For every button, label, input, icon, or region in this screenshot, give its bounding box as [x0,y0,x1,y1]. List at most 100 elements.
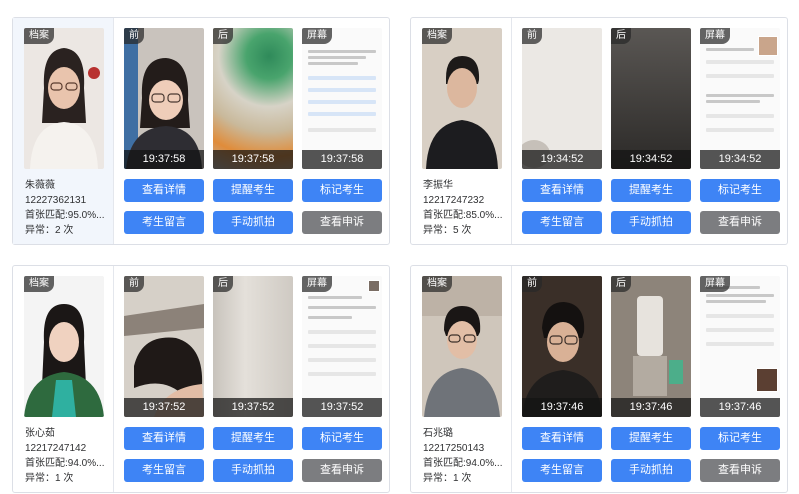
back-camera-feed[interactable]: 后 19:37:52 [213,276,293,417]
view-appeal-button[interactable]: 查看申诉 [302,459,382,482]
candidate-info-panel: 档案 石兆璐 12217250143 首张匹配:94.0%... 异常：1 次 [411,266,512,492]
front-camera-feed[interactable]: 前 19:37:46 [522,276,602,417]
manual-capture-button[interactable]: 手动抓拍 [611,211,691,234]
profile-photo-image [24,28,104,169]
front-tag: 前 [522,276,542,292]
screen-timestamp: 19:34:52 [700,150,780,169]
candidate-id: 12217247232 [423,195,485,206]
mark-candidate-button[interactable]: 标记考生 [302,179,382,202]
first-photo-match: 首张匹配:95.0%... [25,210,105,221]
screen-timestamp: 19:37:52 [302,398,382,417]
candidate-id: 12217247142 [25,443,87,454]
front-tag: 前 [124,28,144,44]
view-details-button[interactable]: 查看详情 [124,179,204,202]
back-timestamp: 19:37:52 [213,398,293,417]
candidate-card: 档案 石兆璐 12217250143 首张匹配:94.0%... 异常：1 次 … [410,265,788,493]
back-timestamp: 19:37:58 [213,150,293,169]
mark-candidate-button[interactable]: 标记考生 [700,179,780,202]
profile-photo-image [24,276,104,417]
front-tag: 前 [522,28,542,44]
candidate-message-button[interactable]: 考生留言 [522,459,602,482]
remind-candidate-button[interactable]: 提醒考生 [213,179,293,202]
candidate-id: 12227362131 [25,195,87,206]
first-photo-match: 首张匹配:94.0%... [25,458,105,469]
front-camera-feed[interactable]: 前 19:37:52 [124,276,204,417]
back-camera-feed[interactable]: 后 19:37:58 [213,28,293,169]
front-camera-image [124,276,204,417]
candidate-name: 朱薇薇 [25,180,55,191]
manual-capture-button[interactable]: 手动抓拍 [213,459,293,482]
candidate-info: 石兆璐 12217250143 首张匹配:94.0%... 异常：1 次 [423,426,511,486]
candidate-info: 朱薇薇 12227362131 首张匹配:95.0%... 异常：2 次 [25,178,113,238]
back-camera-feed[interactable]: 后 19:34:52 [611,28,691,169]
view-details-button[interactable]: 查看详情 [124,427,204,450]
monitor-panel: 前 19:37:58 后 19:37:58 屏幕 19:37:58 查看详情 提… [114,18,391,244]
front-timestamp: 19:37:52 [124,398,204,417]
remind-candidate-button[interactable]: 提醒考生 [611,179,691,202]
mark-candidate-button[interactable]: 标记考生 [700,427,780,450]
screen-timestamp: 19:37:58 [302,150,382,169]
back-tag: 后 [213,276,233,292]
screen-tag: 屏幕 [700,276,730,292]
front-camera-feed[interactable]: 前 19:37:58 [124,28,204,169]
remind-candidate-button[interactable]: 提醒考生 [611,427,691,450]
back-timestamp: 19:34:52 [611,150,691,169]
candidate-info-panel: 档案 李振华 12217247232 首张匹配:85.0%... 异常：5 次 [411,18,512,244]
manual-capture-button[interactable]: 手动抓拍 [213,211,293,234]
profile-photo[interactable]: 档案 [422,28,502,169]
remind-candidate-button[interactable]: 提醒考生 [213,427,293,450]
candidate-info: 张心茹 12217247142 首张匹配:94.0%... 异常：1 次 [25,426,113,486]
front-timestamp: 19:34:52 [522,150,602,169]
front-camera-feed[interactable]: 前 19:34:52 [522,28,602,169]
monitor-panel: 前 19:37:52 后 19:37:52 屏幕 19:37:52 查看详情 提… [114,266,391,492]
view-details-button[interactable]: 查看详情 [522,427,602,450]
mark-candidate-button[interactable]: 标记考生 [302,427,382,450]
front-camera-image [522,276,602,417]
view-appeal-button[interactable]: 查看申诉 [700,211,780,234]
front-camera-image [124,28,204,169]
manual-capture-button[interactable]: 手动抓拍 [611,459,691,482]
candidate-name: 张心茹 [25,428,55,439]
candidate-id: 12217250143 [423,443,485,454]
profile-tag: 档案 [24,28,54,44]
screen-capture-feed[interactable]: 屏幕 19:37:46 [700,276,780,417]
front-timestamp: 19:37:46 [522,398,602,417]
candidate-message-button[interactable]: 考生留言 [124,211,204,234]
back-timestamp: 19:37:46 [611,398,691,417]
profile-photo[interactable]: 档案 [24,28,104,169]
candidate-message-button[interactable]: 考生留言 [522,211,602,234]
screen-tag: 屏幕 [302,28,332,44]
profile-tag: 档案 [24,276,54,292]
profile-photo[interactable]: 档案 [422,276,502,417]
screen-capture-feed[interactable]: 屏幕 19:34:52 [700,28,780,169]
profile-tag: 档案 [422,28,452,44]
candidate-message-button[interactable]: 考生留言 [124,459,204,482]
profile-photo-image [422,276,502,417]
profile-photo-image [422,28,502,169]
view-appeal-button[interactable]: 查看申诉 [700,459,780,482]
back-camera-feed[interactable]: 后 19:37:46 [611,276,691,417]
screen-capture-feed[interactable]: 屏幕 19:37:52 [302,276,382,417]
screen-tag: 屏幕 [700,28,730,44]
back-camera-image [611,276,691,417]
candidate-name: 石兆璐 [423,428,453,439]
view-details-button[interactable]: 查看详情 [522,179,602,202]
candidate-name: 李振华 [423,180,453,191]
abnormal-count: 异常：1 次 [423,473,472,484]
candidate-card: 档案 朱薇薇 12227362131 首张匹配:95.0%... 异常：2 次 … [12,17,390,245]
abnormal-count: 异常：2 次 [25,225,74,236]
abnormal-count: 异常：5 次 [423,225,472,236]
first-photo-match: 首张匹配:94.0%... [423,458,503,469]
back-tag: 后 [611,276,631,292]
front-timestamp: 19:37:58 [124,150,204,169]
front-tag: 前 [124,276,144,292]
candidate-info-panel: 档案 张心茹 12217247142 首张匹配:94.0%... 异常：1 次 [13,266,114,492]
abnormal-count: 异常：1 次 [25,473,74,484]
view-appeal-button[interactable]: 查看申诉 [302,211,382,234]
screen-capture-feed[interactable]: 屏幕 19:37:58 [302,28,382,169]
monitor-panel: 前 19:34:52 后 19:34:52 屏幕 19:34:52 查看详情 提… [512,18,789,244]
back-tag: 后 [213,28,233,44]
profile-photo[interactable]: 档案 [24,276,104,417]
first-photo-match: 首张匹配:85.0%... [423,210,503,221]
candidate-info-panel: 档案 朱薇薇 12227362131 首张匹配:95.0%... 异常：2 次 [13,18,114,244]
